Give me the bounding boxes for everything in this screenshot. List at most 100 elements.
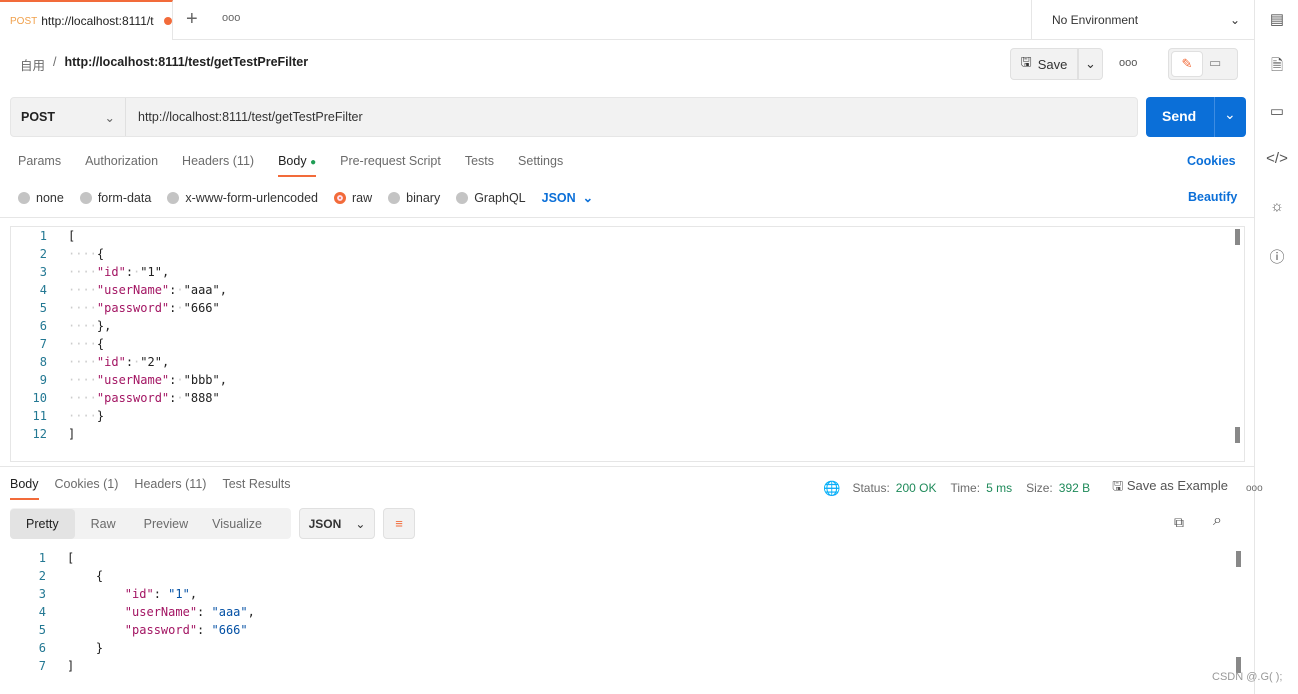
code-line: ····{ <box>68 247 105 261</box>
tab-pre-request-script[interactable]: Pre-request Script <box>340 154 441 177</box>
chevron-down-icon: ⌄ <box>355 516 366 531</box>
new-tab-button[interactable]: + <box>186 8 198 31</box>
environment-select[interactable]: No Environment ⌄ <box>1031 0 1254 40</box>
tab-headers[interactable]: Headers (11) <box>182 154 254 177</box>
code-line: ····"password":·"888" <box>68 391 220 405</box>
url-input[interactable]: http://localhost:8111/test/getTestPreFil… <box>138 110 363 124</box>
view-preview[interactable]: Preview <box>132 517 200 531</box>
line-number: 1 <box>39 229 47 243</box>
radio-form-data[interactable]: form-data <box>79 191 151 205</box>
line-number: 7 <box>39 337 47 351</box>
code-line: "id": "1", <box>124 587 198 601</box>
code-line: { <box>67 569 104 583</box>
radio-none[interactable]: none <box>18 191 64 205</box>
beautify-button[interactable]: Beautify <box>1188 190 1237 204</box>
breadcrumb-separator: / <box>53 55 57 69</box>
response-tab-cookies[interactable]: Cookies (1) <box>55 477 119 500</box>
line-number: 1 <box>38 551 46 565</box>
radio-x-www-form-urlencoded[interactable]: x-www-form-urlencoded <box>167 191 318 205</box>
body-format-select[interactable]: JSON ⌄ <box>542 190 593 205</box>
line-number: 5 <box>39 301 47 315</box>
code-line: ····{ <box>68 337 105 351</box>
save-as-example-button[interactable]: 🖫 Save as Example <box>1112 477 1228 499</box>
cookies-link[interactable]: Cookies <box>1187 154 1236 168</box>
line-number: 7 <box>38 659 46 673</box>
time-value[interactable]: 5 ms <box>986 481 1012 495</box>
tab-authorization[interactable]: Authorization <box>85 154 158 177</box>
breadcrumb-collection[interactable]: 自用 <box>20 55 45 74</box>
line-number: 4 <box>38 605 46 619</box>
line-number: 12 <box>32 427 47 441</box>
method-label: POST <box>21 110 56 124</box>
line-number: 2 <box>38 569 46 583</box>
save-button[interactable]: 🖫 Save <box>1010 48 1078 80</box>
code-line: ····"password":·"666" <box>68 301 220 315</box>
info-icon[interactable]: ⓘ <box>1255 246 1298 267</box>
method-select[interactable]: POST ⌄ <box>11 98 126 136</box>
lightbulb-icon[interactable]: ☼ <box>1255 198 1298 215</box>
line-number: 6 <box>39 319 47 333</box>
radio-graphql[interactable]: GraphQL <box>456 191 526 205</box>
tab-bar: POST http://localhost:8111/t + ooo No En… <box>0 0 1254 40</box>
line-number: 9 <box>39 373 47 387</box>
send-dropdown-icon[interactable]: ⌄ <box>1224 106 1236 123</box>
comment-icon[interactable]: ▭ <box>1209 55 1221 71</box>
search-icon[interactable]: ⌕ <box>1213 512 1222 530</box>
edit-icon[interactable]: ✎ <box>1171 51 1203 77</box>
response-format-label: JSON <box>308 516 342 531</box>
request-tab[interactable]: POST http://localhost:8111/t <box>0 0 173 40</box>
line-number: 10 <box>32 391 47 405</box>
response-tab-body[interactable]: Body <box>10 477 39 500</box>
code-icon[interactable]: </> <box>1255 150 1298 167</box>
code-line: ····"id":·"1", <box>68 265 170 279</box>
tab-settings[interactable]: Settings <box>518 154 563 177</box>
size-value[interactable]: 392 B <box>1059 481 1090 495</box>
tab-title: http://localhost:8111/t <box>41 14 154 28</box>
environment-icon[interactable]: ▤ <box>1255 10 1298 28</box>
active-dot-icon: ● <box>310 157 317 168</box>
tab-tests[interactable]: Tests <box>465 154 494 177</box>
time-label: Time: <box>950 481 981 495</box>
save-as-example-label: Save as Example <box>1126 478 1228 493</box>
copy-icon[interactable]: ⧉ <box>1174 514 1184 531</box>
tab-params[interactable]: Params <box>18 154 61 177</box>
code-line: "userName": "aaa", <box>124 605 255 619</box>
status-value[interactable]: 200 OK <box>896 481 937 495</box>
comments-icon[interactable]: ▭ <box>1255 102 1298 120</box>
tab-body[interactable]: Body ● <box>278 154 317 177</box>
response-more-button[interactable]: ooo <box>1246 483 1263 494</box>
code-line: } <box>67 641 104 655</box>
documentation-icon[interactable]: 🗎 <box>1255 55 1298 80</box>
request-name[interactable]: http://localhost:8111/test/getTestPreFil… <box>65 55 309 74</box>
view-raw[interactable]: Raw <box>75 517 132 531</box>
request-body-editor[interactable]: 1 [2 ····{3 ····"id":·"1", 4 ····"userName":·… <box>10 226 1245 462</box>
save-dropdown-button[interactable]: ⌄ <box>1078 48 1103 80</box>
globe-icon[interactable]: 🌐 <box>823 480 840 497</box>
response-tabs: Body Cookies (1) Headers (11) Test Resul… <box>10 477 291 500</box>
wrap-lines-icon[interactable]: ≡ <box>383 508 415 539</box>
code-line: ····"id":·"2", <box>68 355 170 369</box>
code-line: ····"userName":·"aaa", <box>68 283 227 297</box>
line-number: 3 <box>39 265 47 279</box>
send-button[interactable]: Send ⌄ <box>1146 97 1246 137</box>
save-label: Save <box>1037 56 1068 72</box>
radio-binary[interactable]: binary <box>388 191 440 205</box>
response-tab-headers[interactable]: Headers (11) <box>134 477 206 500</box>
view-visualize[interactable]: Visualize <box>200 517 274 531</box>
more-actions-button[interactable]: ooo <box>1119 57 1137 69</box>
view-mode-toggle: Pretty Raw Preview Visualize <box>10 508 291 539</box>
watermark: CSDN @.G( ); <box>1212 671 1283 683</box>
response-tab-test-results[interactable]: Test Results <box>222 477 290 500</box>
code-line: ····} <box>68 409 105 423</box>
radio-raw[interactable]: raw <box>334 191 372 205</box>
chevron-down-icon: ⌄ <box>104 110 115 125</box>
code-line: "password": "666" <box>124 623 248 637</box>
line-number: 3 <box>38 587 46 601</box>
response-body-viewer: 1 [2 {3 "id": "1", 4 "userName": "aaa", 5 "… <box>10 549 1245 689</box>
size-label: Size: <box>1026 481 1053 495</box>
view-pretty[interactable]: Pretty <box>10 508 75 539</box>
response-format-select[interactable]: JSON ⌄ <box>299 508 375 539</box>
code-line: [ <box>68 229 76 243</box>
tab-more-button[interactable]: ooo <box>222 12 240 24</box>
body-type-radios: none form-data x-www-form-urlencoded raw… <box>18 190 593 205</box>
